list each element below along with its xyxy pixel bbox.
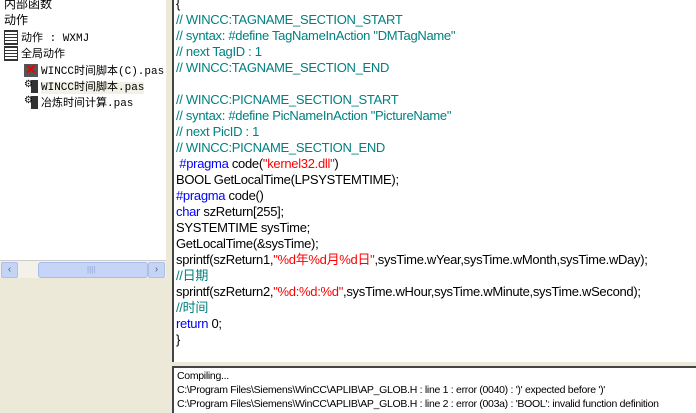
code-line: // syntax: #define PicNameInAction "Pict… [176,108,451,124]
code-line: SYSTEMTIME sysTime; [176,220,310,236]
code-line: char szReturn[255]; [176,204,284,220]
code-token: // WINCC:PICNAME_SECTION_START [176,92,399,107]
code-token: //时间 [176,300,209,315]
tree-item-label: 动作 [4,13,29,27]
code-line: BOOL GetLocalTime(LPSYSTEMTIME); [176,172,399,188]
code-token: char [176,204,201,219]
action-tree[interactable]: 内部函数 动作 动作 : WXMJ 全局动作 ✕ WINCC时间脚本(C).pas ⚙ WIN… [0,0,166,260]
code-token: GetLocalTime(&sysTime); [176,236,319,251]
code-token: ,sysTime.wHour,sysTime.wMinute,sysTime.w… [343,284,641,299]
output-line: C:\Program Files\Siemens\WinCC\APLIB\AP_… [177,384,605,396]
code-token: sprintf(szReturn1, [176,252,274,267]
tree-item-label: 动作 : WXMJ [21,33,90,45]
tree-item[interactable]: 全局动作 [4,45,65,62]
code-token: ,sysTime.wYear,sysTime.wMonth,sysTime.wD… [374,252,648,267]
code-token: return [176,316,209,331]
tree-item-label: 全局动作 [21,49,65,61]
code-line: } [176,332,180,348]
tree-item-label: WINCC时间脚本.pas [41,82,145,94]
scroll-right-button[interactable]: › [148,262,165,278]
code-token: } [176,332,181,347]
code-token: szReturn[255]; [200,204,284,219]
output-line: C:\Program Files\Siemens\WinCC\APLIB\AP_… [177,398,659,410]
code-line: // next TagID : 1 [176,44,262,60]
code-token: // WINCC:TAGNAME_SECTION_START [176,12,403,27]
script-error-icon: ✕ [24,61,38,78]
code-line: //时间 [176,300,208,316]
code-token: BOOL GetLocalTime(LPSYSTEMTIME); [176,172,399,187]
code-line: #pragma code() [176,188,264,204]
code-token: #pragma [176,188,226,203]
code-token: 0; [208,316,222,331]
code-token: // syntax: #define TagNameInAction "DMTa… [176,28,456,43]
code-line: // WINCC:PICNAME_SECTION_START [176,92,399,108]
code-line: // WINCC:PICNAME_SECTION_END [176,140,385,156]
code-token: // WINCC:TAGNAME_SECTION_END [176,60,390,75]
code-token: "%d年%d月%d日" [273,252,375,267]
tree-item[interactable]: 动作 : WXMJ [4,29,90,46]
action-folder-icon [4,30,18,46]
scroll-thumb[interactable]: |||| [38,262,148,278]
code-line: // next PicID : 1 [176,124,259,140]
code-token: "%d:%d:%d" [273,284,344,299]
code-line: // syntax: #define TagNameInAction "DMTa… [176,28,455,44]
action-folder-icon [4,46,18,62]
code-line: { [176,0,180,12]
code-token: "kernel32.dll" [262,156,335,171]
tree-item[interactable]: 内部函数 [4,0,52,12]
code-token: //日期 [176,268,209,283]
scroll-left-button[interactable]: ‹ [1,262,18,278]
code-token: SYSTEMTIME sysTime; [176,220,310,235]
tree-item[interactable]: ⚙ 冶炼时间计算.pas [24,94,133,110]
code-line: // WINCC:TAGNAME_SECTION_END [176,60,389,76]
code-token: sprintf(szReturn2, [176,284,274,299]
tree-item[interactable]: ✕ WINCC时间脚本(C).pas [24,61,165,78]
script-gear-icon: ⚙ [24,79,38,94]
code-token: ) [334,156,339,171]
tree-item[interactable]: ⚙ WINCC时间脚本.pas [24,78,145,94]
code-token: code() [225,188,264,203]
code-line: sprintf(szReturn2,"%d:%d:%d",sysTime.wHo… [176,284,641,300]
code-token: code( [228,156,263,171]
tree-item-label: 冶炼时间计算.pas [41,98,134,110]
code-token: // next TagID : 1 [176,44,262,59]
output-pane[interactable]: Compiling... C:\Program Files\Siemens\Win… [172,366,696,413]
tree-horizontal-scrollbar[interactable]: ‹ |||| › [0,260,166,278]
code-token: // next PicID : 1 [176,124,260,139]
code-line: sprintf(szReturn1,"%d年%d月%d日",sysTime.wY… [176,252,648,268]
tree-item-label: WINCC时间脚本(C).pas [41,66,165,78]
code-token: // syntax: #define PicNameInAction "Pict… [176,108,452,123]
script-gear-icon: ⚙ [24,95,38,110]
code-token: { [176,0,181,11]
grip-icon: |||| [87,265,96,274]
tree-item-label: 内部函数 [4,0,53,11]
tree-item[interactable]: 动作 [4,12,28,28]
code-line: #pragma code("kernel32.dll") [176,156,338,172]
code-line: //日期 [176,268,208,284]
code-editor[interactable]: {// WINCC:TAGNAME_SECTION_START// syntax… [172,0,696,362]
code-line: return 0; [176,316,222,332]
code-line: GetLocalTime(&sysTime); [176,236,319,252]
code-line: // WINCC:TAGNAME_SECTION_START [176,12,403,28]
code-token: // WINCC:PICNAME_SECTION_END [176,140,386,155]
output-line: Compiling... [177,370,229,382]
code-token: #pragma [176,156,229,171]
